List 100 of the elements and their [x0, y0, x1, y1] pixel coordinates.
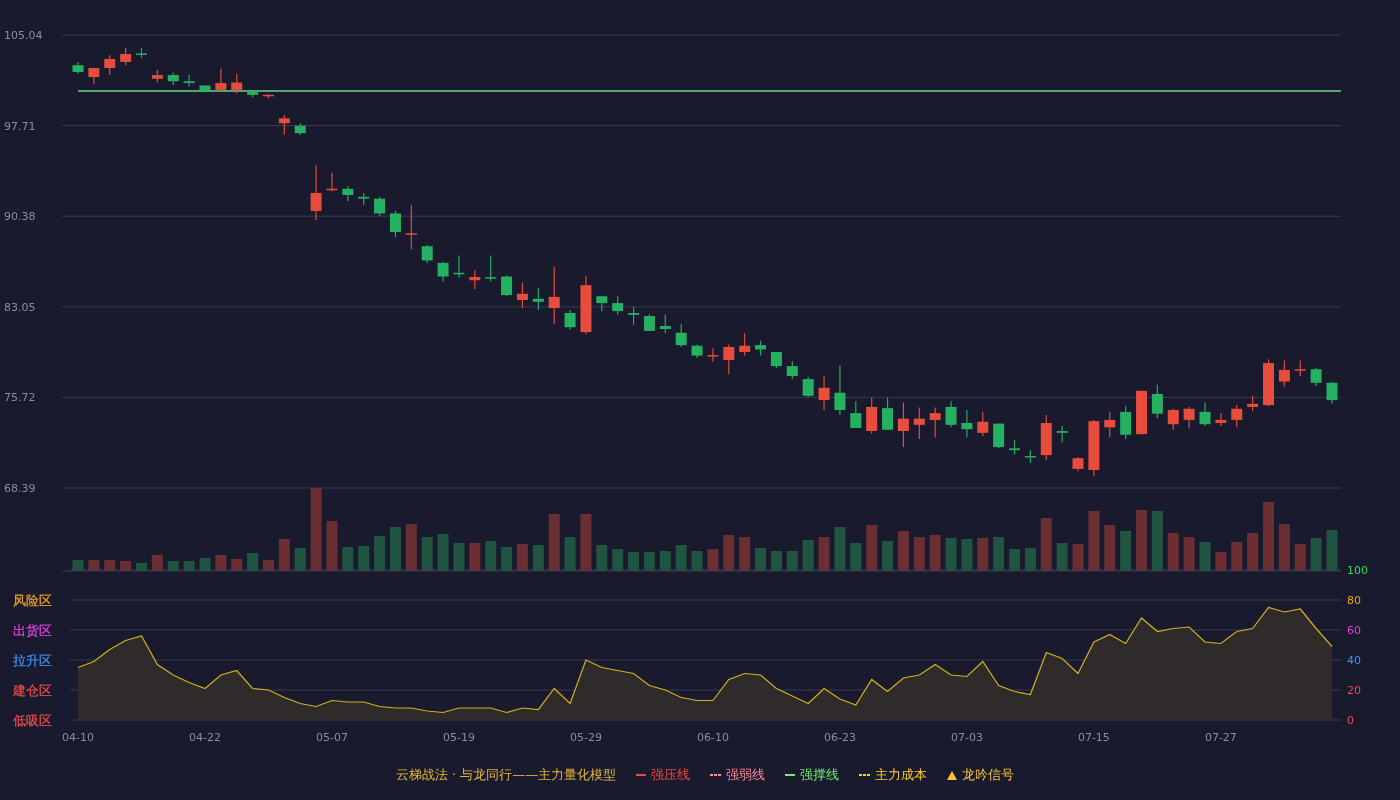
legend-item[interactable]: 强压线 — [636, 766, 691, 784]
volume-bar — [469, 543, 481, 571]
axis-label: 07-03 — [950, 731, 983, 744]
candlestick — [421, 244, 433, 264]
volume-bar — [1072, 544, 1084, 571]
zone-label: 出货区 — [13, 623, 52, 638]
volume-bar — [723, 535, 735, 571]
candlestick — [882, 397, 894, 431]
volume-bar — [1088, 511, 1100, 571]
axis-label: 0 — [1347, 714, 1354, 727]
volume-bar — [755, 548, 767, 571]
volume-bar — [882, 541, 894, 571]
legend-item[interactable]: 龙吟信号 — [947, 766, 1015, 784]
candlestick — [151, 69, 163, 84]
candlestick — [977, 411, 989, 437]
axis-label: 07-27 — [1204, 731, 1237, 744]
legend-item[interactable]: 强撑线 — [785, 766, 840, 784]
axis-label: 105.04 — [4, 29, 43, 42]
volume-bar — [231, 559, 243, 571]
axis-label: 04-22 — [189, 731, 221, 744]
candlestick — [516, 282, 528, 309]
volume-bar — [485, 541, 497, 571]
volume-bar — [278, 539, 290, 571]
candlestick — [786, 360, 798, 380]
candlestick — [183, 74, 195, 87]
candlestick — [755, 340, 767, 357]
candlestick — [850, 400, 862, 429]
volume-bar — [453, 543, 465, 571]
volume-bar — [1231, 542, 1243, 571]
volume-bar — [405, 524, 417, 571]
volume-bar — [786, 551, 798, 571]
legend-item[interactable]: 主力成本 — [859, 766, 928, 784]
candlestick — [1104, 411, 1116, 438]
candlestick — [643, 313, 655, 332]
zone-label: 低吸区 — [13, 713, 52, 728]
volume-bar — [199, 558, 211, 571]
axis-label: 60 — [1347, 624, 1361, 637]
volume-bar — [564, 537, 576, 571]
candlestick — [1024, 449, 1036, 464]
candlestick — [897, 402, 909, 448]
zone-label: 拉升区 — [13, 653, 52, 668]
candlestick — [1263, 358, 1274, 407]
volume-bar — [1136, 510, 1147, 571]
volume-bar — [247, 553, 259, 571]
volume-bar — [1120, 531, 1132, 571]
candlestick — [993, 423, 1005, 449]
candlestick — [564, 309, 576, 331]
candlestick — [1215, 412, 1227, 427]
volume-bar — [675, 545, 687, 571]
candlestick — [263, 93, 274, 100]
volume-bar — [358, 546, 370, 571]
volume-bar — [437, 534, 449, 571]
volume-bar — [580, 514, 592, 571]
candlestick — [659, 314, 671, 334]
volume-bar — [215, 555, 227, 571]
volume-bar — [151, 555, 163, 571]
candlestick — [1120, 405, 1132, 440]
volume-bar — [294, 548, 306, 571]
volume-bar — [897, 531, 909, 571]
volume-bar — [929, 535, 941, 571]
triangle-icon — [947, 770, 958, 780]
candlestick — [389, 210, 401, 238]
volume-bar — [596, 545, 608, 571]
candlestick — [215, 68, 227, 92]
candlestick — [247, 90, 259, 98]
candlestick — [1278, 359, 1290, 388]
volume-bar — [374, 536, 386, 571]
volume-bar — [1009, 549, 1021, 571]
volume-bar — [72, 560, 84, 571]
volume-bar — [1040, 518, 1052, 571]
volume-bar — [1215, 552, 1227, 571]
candlestick — [1088, 419, 1100, 477]
candlestick — [961, 409, 973, 438]
candlestick — [120, 47, 132, 66]
volume-bar — [342, 547, 354, 571]
axis-label: 04-10 — [62, 731, 94, 744]
volume-bar — [1167, 533, 1179, 571]
candlestick — [929, 406, 941, 438]
volume-bar — [802, 540, 814, 571]
axis-label: 40 — [1347, 654, 1361, 667]
candlestick — [945, 400, 957, 428]
legend-item[interactable]: 强弱线 — [710, 766, 766, 784]
candlestick — [723, 343, 735, 375]
volume-bar — [945, 538, 957, 571]
volume-bar — [120, 561, 132, 571]
axis-label: 06-23 — [823, 731, 856, 744]
volume-bar — [739, 537, 751, 571]
candlestick — [104, 54, 116, 76]
candlestick — [453, 254, 465, 279]
volume-bar — [389, 527, 401, 571]
candlestick — [1199, 402, 1211, 427]
candlestick — [802, 376, 814, 398]
candlestick — [1294, 359, 1306, 377]
volume-bar — [866, 525, 878, 571]
volume-bar — [263, 560, 274, 571]
volume-bar — [818, 537, 830, 571]
volume-bar — [1294, 544, 1306, 571]
volume-bar — [913, 537, 925, 571]
candlestick — [88, 67, 100, 85]
volume-bar — [1263, 502, 1274, 571]
